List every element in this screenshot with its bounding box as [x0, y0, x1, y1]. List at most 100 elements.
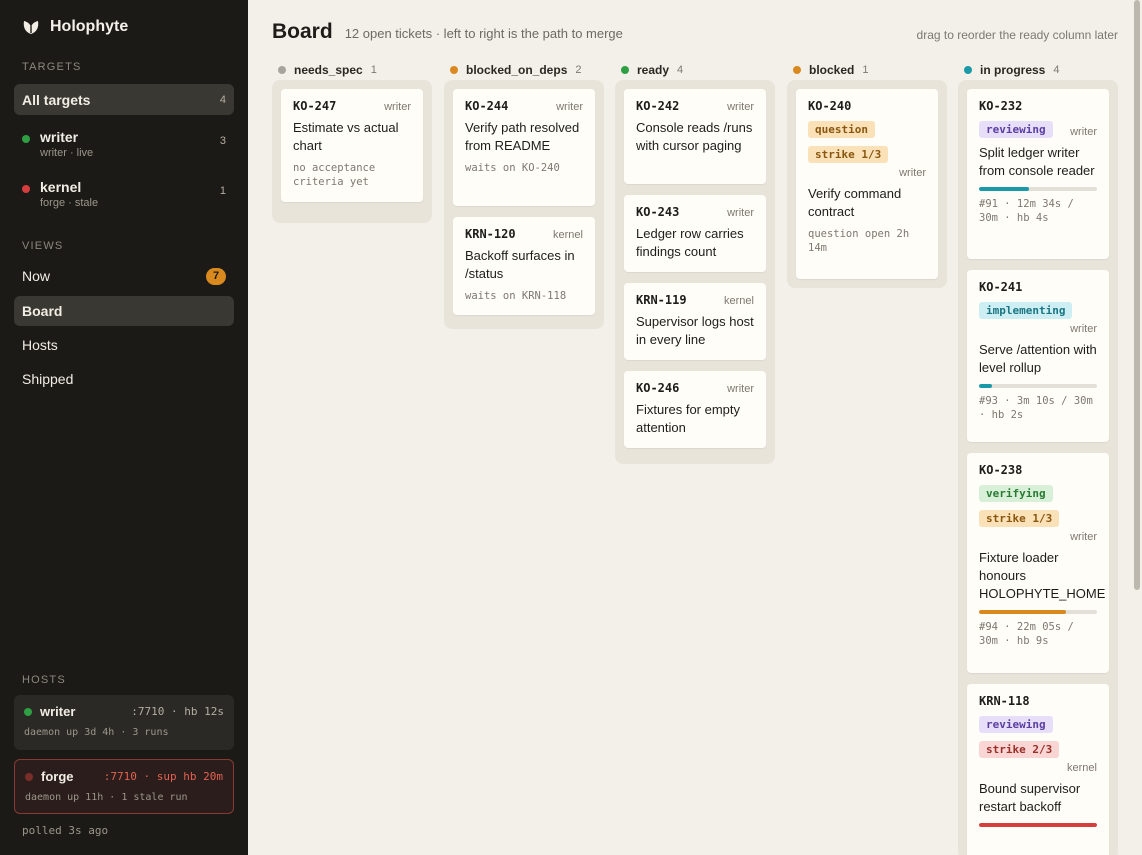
sidebar-item-target-kernel[interactable]: kernel forge · stale 1: [14, 179, 234, 209]
page-subtitle: 12 open tickets · left to right is the p…: [344, 26, 623, 41]
sidebar-item-hosts[interactable]: Hosts: [14, 331, 234, 359]
ticket-title: Backoff surfaces in /status: [465, 248, 575, 281]
run-progress-fill: [979, 187, 1029, 191]
ticket-note: waits on KO-240: [465, 162, 560, 174]
ticket-card[interactable]: KO-246 writer Fixtures for empty attenti…: [624, 371, 766, 448]
column-header: blocked 1: [793, 63, 868, 77]
sidebar-item-label: Now: [22, 268, 51, 284]
sidebar-item-label: Shipped: [22, 371, 74, 387]
ticket-title: Verify command contract: [808, 186, 902, 219]
ticket-id: KRN-119: [636, 293, 687, 307]
ticket-card[interactable]: KO-240 question strike 1/3 writer Verify…: [796, 89, 938, 279]
column-name: ready: [637, 63, 670, 77]
host-meta: :7710 · hb 12s: [131, 705, 224, 718]
run-note: #94 · 22m 05s / 30m · hb 9s: [979, 621, 1074, 647]
ticket-id: KO-243: [636, 205, 680, 219]
host-sub: daemon up 11h · 1 stale run: [25, 792, 188, 803]
column-count: 4: [1053, 64, 1060, 76]
ticket-card[interactable]: KRN-118 reviewing strike 2/3 kernel Boun…: [967, 684, 1109, 855]
target-name: writer: [40, 129, 79, 145]
host-name: forge: [41, 769, 74, 784]
column-name: needs_spec: [294, 63, 363, 77]
column-count: 1: [370, 64, 377, 76]
state-badge: verifying: [979, 485, 1053, 502]
page-title: Board: [272, 20, 333, 43]
ticket-card[interactable]: KRN-120 kernel Backoff surfaces in /stat…: [453, 217, 595, 315]
ticket-owner: writer: [556, 101, 583, 113]
ticket-card[interactable]: KO-232 reviewing writer Split ledger wri…: [967, 89, 1109, 259]
ticket-card[interactable]: KO-247 writer Estimate vs actual chart n…: [281, 89, 423, 202]
ticket-owner: kernel: [724, 295, 754, 307]
sidebar: Holophyte TARGETS All targets 4 writer w…: [0, 0, 248, 855]
status-dot-icon: [22, 185, 30, 193]
ticket-id: KRN-120: [465, 227, 516, 241]
column-header: in progress 4: [964, 63, 1059, 77]
ticket-id: KO-232: [979, 99, 1023, 113]
status-dot-icon: [22, 135, 30, 143]
sidebar-item-count: 4: [219, 93, 226, 106]
sidebar-item-board[interactable]: Board: [14, 296, 234, 326]
hosts-section-label: HOSTS: [22, 674, 66, 686]
sidebar-item-shipped[interactable]: Shipped: [14, 365, 234, 393]
board-header: Board 12 open tickets · left to right is…: [272, 20, 623, 44]
run-progress-fill: [979, 610, 1067, 614]
ticket-card[interactable]: KO-242 writer Console reads /runs with c…: [624, 89, 766, 184]
ticket-note: question open 2h 14m: [808, 228, 910, 254]
column-count: 4: [677, 64, 684, 76]
target-count: 3: [219, 135, 226, 147]
host-card-forge[interactable]: forge :7710 · sup hb 20m daemon up 11h ·…: [14, 759, 234, 814]
column-name: in progress: [980, 63, 1046, 77]
ticket-id: KO-238: [979, 463, 1023, 477]
leaf-logo-icon: [23, 21, 39, 34]
column-header: needs_spec 1: [278, 63, 377, 77]
column-lane: KO-242 writer Console reads /runs with c…: [615, 80, 775, 464]
ticket-owner: writer: [384, 101, 411, 113]
board-hint: drag to reorder the ready column later: [916, 28, 1118, 42]
sidebar-item-target-writer[interactable]: writer writer · live 3: [14, 129, 234, 159]
sidebar-item-label: All targets: [22, 91, 91, 108]
host-name: writer: [40, 704, 76, 719]
run-progress-bar: [979, 823, 1097, 827]
target-sub: writer · live: [40, 147, 94, 159]
sidebar-item-now[interactable]: Now 7: [14, 262, 234, 290]
column-status-dot-icon: [793, 66, 801, 74]
column-header: blocked_on_deps 2: [450, 63, 582, 77]
ticket-id: KO-240: [808, 99, 852, 113]
views-section-label: VIEWS: [22, 240, 64, 252]
ticket-id: KO-247: [293, 99, 337, 113]
run-progress-fill: [979, 823, 1097, 827]
ticket-id: KO-244: [465, 99, 509, 113]
state-badge: reviewing: [979, 121, 1053, 138]
ticket-title: Bound supervisor restart backoff: [979, 781, 1081, 814]
state-badge: reviewing: [979, 716, 1053, 733]
ticket-owner: kernel: [553, 229, 583, 241]
column-status-dot-icon: [621, 66, 629, 74]
ticket-card[interactable]: KO-244 writer Verify path resolved from …: [453, 89, 595, 206]
status-dot-icon: [24, 707, 32, 716]
ticket-title: Estimate vs actual chart: [293, 120, 399, 153]
ticket-owner: writer: [1070, 531, 1097, 543]
column-count: 2: [575, 64, 582, 76]
run-note: #91 · 12m 34s / 30m · hb 4s: [979, 198, 1074, 224]
brand[interactable]: Holophyte: [22, 18, 128, 36]
ticket-id: KO-242: [636, 99, 680, 113]
sidebar-item-label: Hosts: [22, 337, 58, 353]
column-header: ready 4: [621, 63, 683, 77]
ticket-card[interactable]: KO-243 writer Ledger row carries finding…: [624, 195, 766, 272]
sidebar-item-all-targets[interactable]: All targets 4: [14, 84, 234, 115]
ticket-title: Fixture loader honours HOLOPHYTE_HOME: [979, 550, 1106, 601]
vertical-scrollbar[interactable]: [1134, 0, 1140, 590]
ticket-card[interactable]: KRN-119 kernel Supervisor logs host in e…: [624, 283, 766, 360]
host-meta: :7710 · sup hb 20m: [103, 770, 223, 783]
column-lane: KO-240 question strike 1/3 writer Verify…: [787, 80, 947, 288]
column-lane: KO-232 reviewing writer Split ledger wri…: [958, 80, 1118, 855]
strike-badge: strike 2/3: [979, 741, 1060, 758]
host-card-writer[interactable]: writer :7710 · hb 12s daemon up 3d 4h · …: [14, 695, 234, 750]
ticket-card[interactable]: KO-241 implementing writer Serve /attent…: [967, 270, 1109, 442]
ticket-note: waits on KRN-118: [465, 290, 567, 302]
run-progress-bar: [979, 187, 1097, 191]
ticket-title: Supervisor logs host in every line: [636, 314, 754, 347]
ticket-card[interactable]: KO-238 verifying strike 1/3 writer Fixtu…: [967, 453, 1109, 673]
status-dot-icon: [25, 772, 33, 781]
target-name: kernel: [40, 179, 82, 195]
